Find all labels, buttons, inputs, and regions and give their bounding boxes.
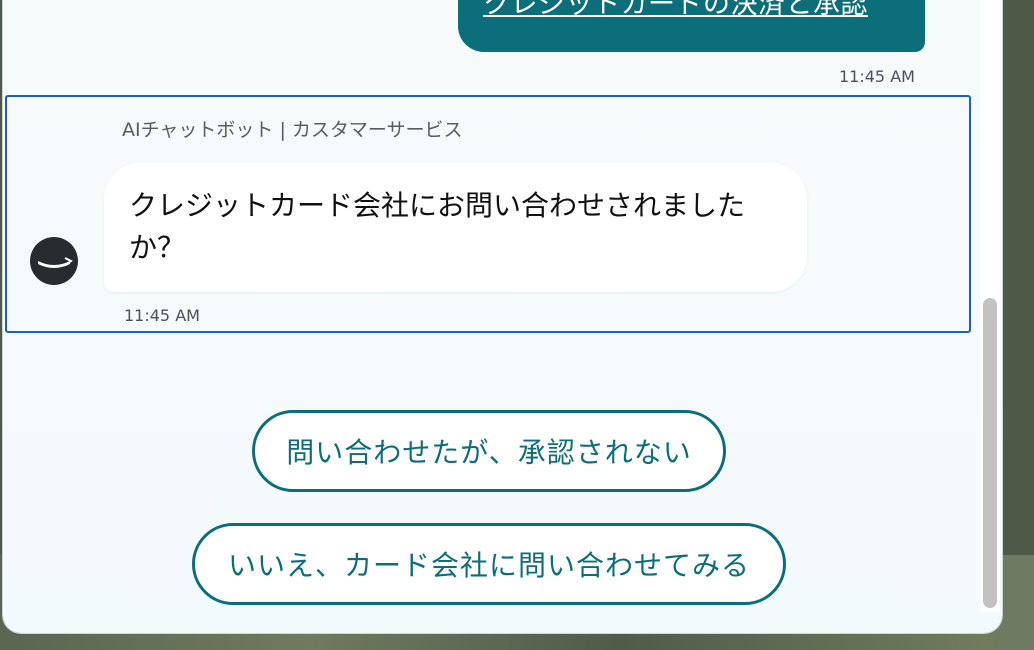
user-message-bubble: クレジットカードの決済と承認 bbox=[458, 0, 925, 52]
bot-message-text: クレジットカード会社にお問い合わせされましたか？ bbox=[129, 189, 746, 264]
bot-message: AIチャットボット | カスタマーサービス クレジットカード会社にお問い合わせさ… bbox=[5, 95, 971, 333]
user-message-timestamp: 11:45 AM bbox=[839, 67, 915, 86]
bot-message-timestamp: 11:45 AM bbox=[124, 306, 200, 325]
chat-window: クレジットカードの決済と承認 11:45 AM AIチャットボット | カスタマ… bbox=[3, 0, 1002, 633]
bot-sender-label: AIチャットボット | カスタマーサービス bbox=[122, 119, 463, 141]
user-message-text[interactable]: クレジットカードの決済と承認 bbox=[483, 0, 868, 21]
smile-logo-icon bbox=[38, 257, 73, 268]
scrollbar-thumb[interactable] bbox=[983, 298, 997, 608]
bot-message-bubble: クレジットカード会社にお問い合わせされましたか？ bbox=[104, 163, 807, 292]
quick-reply-button-contacted-not-approved[interactable]: 問い合わせたが、承認されない bbox=[252, 410, 726, 492]
quick-reply-button-contact-card-company[interactable]: いいえ、カード会社に問い合わせてみる bbox=[192, 523, 786, 605]
bot-avatar bbox=[30, 237, 78, 285]
